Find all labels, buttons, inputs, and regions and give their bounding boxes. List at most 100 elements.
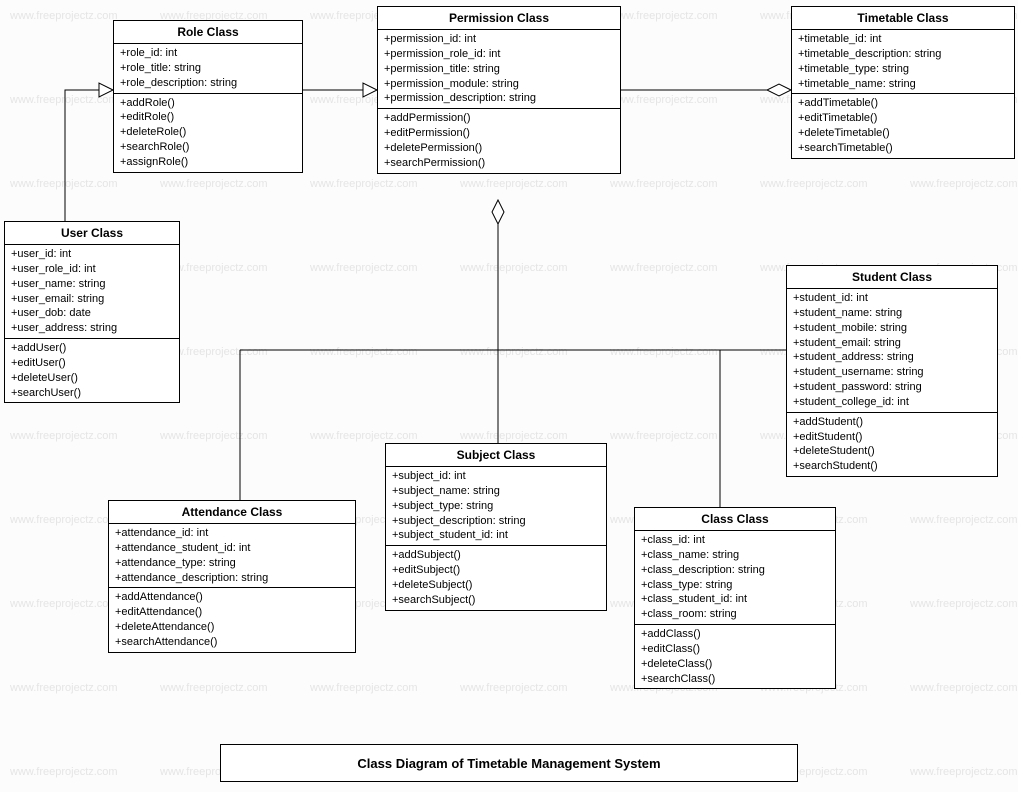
uml-line: +permission_description: string: [384, 91, 614, 106]
uml-line: +addPermission(): [384, 111, 614, 126]
watermark-text: www.freeprojectz.com: [10, 430, 118, 442]
uml-line: +deleteRole(): [120, 125, 296, 140]
uml-line: +searchUser(): [11, 386, 173, 401]
class-user: User Class +user_id: int+user_role_id: i…: [4, 221, 180, 403]
uml-line: +student_mobile: string: [793, 321, 991, 336]
uml-line: +class_id: int: [641, 533, 829, 548]
uml-line: +user_address: string: [11, 321, 173, 336]
watermark-text: www.freeprojectz.com: [460, 430, 568, 442]
uml-line: +student_username: string: [793, 365, 991, 380]
class-title: Subject Class: [386, 444, 606, 467]
uml-line: +subject_type: string: [392, 499, 600, 514]
uml-line: +editClass(): [641, 642, 829, 657]
uml-line: +user_email: string: [11, 292, 173, 307]
uml-line: +deleteTimetable(): [798, 126, 1008, 141]
class-title: Role Class: [114, 21, 302, 44]
uml-line: +permission_id: int: [384, 32, 614, 47]
uml-line: +deletePermission(): [384, 141, 614, 156]
diagram-title-text: Class Diagram of Timetable Management Sy…: [357, 756, 660, 771]
methods-section: +addUser()+editUser()+deleteUser()+searc…: [5, 339, 179, 402]
watermark-text: www.freeprojectz.com: [760, 178, 868, 190]
uml-line: +class_type: string: [641, 578, 829, 593]
methods-section: +addRole()+editRole()+deleteRole()+searc…: [114, 94, 302, 172]
uml-line: +student_address: string: [793, 350, 991, 365]
watermark-text: www.freeprojectz.com: [910, 514, 1018, 526]
uml-line: +editTimetable(): [798, 111, 1008, 126]
watermark-text: www.freeprojectz.com: [610, 262, 718, 274]
watermark-text: www.freeprojectz.com: [610, 430, 718, 442]
class-title: Timetable Class: [792, 7, 1014, 30]
uml-line: +addStudent(): [793, 415, 991, 430]
watermark-text: www.freeprojectz.com: [310, 346, 418, 358]
uml-line: +searchAttendance(): [115, 635, 349, 650]
uml-line: +editAttendance(): [115, 605, 349, 620]
uml-line: +attendance_type: string: [115, 556, 349, 571]
watermark-text: www.freeprojectz.com: [10, 598, 118, 610]
attributes-section: +subject_id: int+subject_name: string+su…: [386, 467, 606, 546]
methods-section: +addStudent()+editStudent()+deleteStuden…: [787, 413, 997, 476]
uml-line: +searchClass(): [641, 672, 829, 687]
uml-line: +role_title: string: [120, 61, 296, 76]
watermark-text: www.freeprojectz.com: [310, 682, 418, 694]
attributes-section: +student_id: int+student_name: string+st…: [787, 289, 997, 413]
uml-line: +subject_id: int: [392, 469, 600, 484]
class-title: Student Class: [787, 266, 997, 289]
uml-line: +addSubject(): [392, 548, 600, 563]
watermark-text: www.freeprojectz.com: [460, 346, 568, 358]
class-permission: Permission Class +permission_id: int+per…: [377, 6, 621, 174]
watermark-text: www.freeprojectz.com: [310, 178, 418, 190]
uml-line: +attendance_student_id: int: [115, 541, 349, 556]
attributes-section: +permission_id: int+permission_role_id: …: [378, 30, 620, 109]
watermark-text: www.freeprojectz.com: [160, 430, 268, 442]
uml-line: +timetable_description: string: [798, 47, 1008, 62]
watermark-text: www.freeprojectz.com: [160, 682, 268, 694]
uml-line: +attendance_description: string: [115, 571, 349, 586]
uml-line: +editUser(): [11, 356, 173, 371]
uml-line: +addRole(): [120, 96, 296, 111]
uml-line: +searchTimetable(): [798, 141, 1008, 156]
uml-line: +deleteStudent(): [793, 444, 991, 459]
class-subject: Subject Class +subject_id: int+subject_n…: [385, 443, 607, 611]
uml-line: +class_description: string: [641, 563, 829, 578]
class-role: Role Class +role_id: int+role_title: str…: [113, 20, 303, 173]
uml-line: +class_room: string: [641, 607, 829, 622]
uml-line: +searchStudent(): [793, 459, 991, 474]
uml-line: +assignRole(): [120, 155, 296, 170]
class-attendance: Attendance Class +attendance_id: int+att…: [108, 500, 356, 653]
attributes-section: +role_id: int+role_title: string+role_de…: [114, 44, 302, 94]
uml-line: +permission_role_id: int: [384, 47, 614, 62]
attributes-section: +user_id: int+user_role_id: int+user_nam…: [5, 245, 179, 339]
attributes-section: +class_id: int+class_name: string+class_…: [635, 531, 835, 625]
uml-line: +student_college_id: int: [793, 395, 991, 410]
watermark-text: www.freeprojectz.com: [610, 10, 718, 22]
uml-line: +role_description: string: [120, 76, 296, 91]
class-title: Permission Class: [378, 7, 620, 30]
methods-section: +addTimetable()+editTimetable()+deleteTi…: [792, 94, 1014, 157]
watermark-text: www.freeprojectz.com: [610, 178, 718, 190]
uml-line: +student_name: string: [793, 306, 991, 321]
watermark-text: www.freeprojectz.com: [310, 262, 418, 274]
class-student: Student Class +student_id: int+student_n…: [786, 265, 998, 477]
uml-line: +class_name: string: [641, 548, 829, 563]
class-title: User Class: [5, 222, 179, 245]
uml-line: +deleteAttendance(): [115, 620, 349, 635]
uml-line: +user_role_id: int: [11, 262, 173, 277]
watermark-text: www.freeprojectz.com: [910, 682, 1018, 694]
uml-line: +deleteSubject(): [392, 578, 600, 593]
uml-line: +subject_student_id: int: [392, 528, 600, 543]
watermark-text: www.freeprojectz.com: [910, 766, 1018, 778]
uml-line: +timetable_id: int: [798, 32, 1008, 47]
uml-line: +addUser(): [11, 341, 173, 356]
watermark-text: www.freeprojectz.com: [910, 598, 1018, 610]
diagram-title: Class Diagram of Timetable Management Sy…: [220, 744, 798, 782]
uml-line: +timetable_name: string: [798, 77, 1008, 92]
methods-section: +addPermission()+editPermission()+delete…: [378, 109, 620, 172]
uml-line: +addTimetable(): [798, 96, 1008, 111]
uml-line: +addClass(): [641, 627, 829, 642]
uml-line: +deleteClass(): [641, 657, 829, 672]
attributes-section: +timetable_id: int+timetable_description…: [792, 30, 1014, 94]
uml-line: +editPermission(): [384, 126, 614, 141]
uml-line: +class_student_id: int: [641, 592, 829, 607]
uml-line: +subject_description: string: [392, 514, 600, 529]
watermark-text: www.freeprojectz.com: [460, 682, 568, 694]
